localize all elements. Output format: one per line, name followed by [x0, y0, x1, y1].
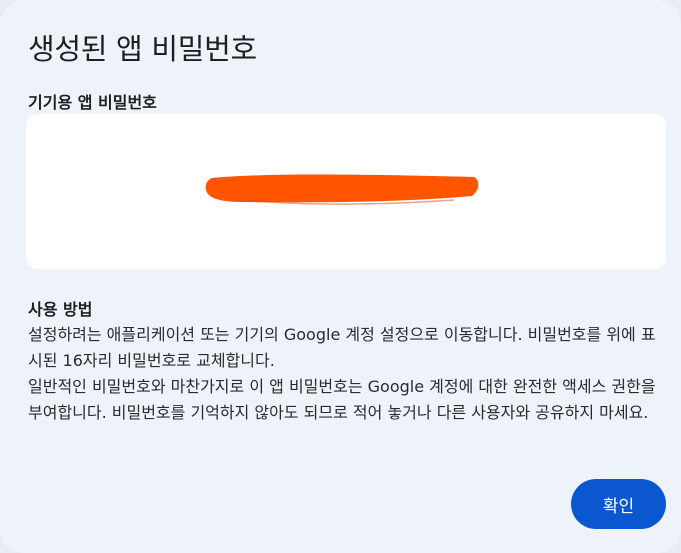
password-label: 기기용 앱 비밀번호: [28, 93, 157, 112]
dialog-title: 생성된 앱 비밀번호: [28, 32, 257, 66]
confirm-button[interactable]: 확인: [571, 479, 666, 529]
how-to-paragraph-1: 설정하려는 애플리케이션 또는 기기의 Google 계정 설정으로 이동합니다…: [28, 325, 656, 370]
how-to-use-section: 사용 방법 설정하려는 애플리케이션 또는 기기의 Google 계정 설정으로…: [28, 298, 658, 426]
generated-password-box: [26, 114, 666, 269]
how-to-heading: 사용 방법: [28, 300, 93, 319]
how-to-paragraph-2: 일반적인 비밀번호와 마찬가지로 이 앱 비밀번호는 Google 계정에 대한…: [28, 377, 656, 422]
app-password-dialog: 생성된 앱 비밀번호 기기용 앱 비밀번호 사용 방법 설정하려는 애플리케이션…: [0, 0, 681, 553]
redaction-mark: [205, 174, 479, 205]
